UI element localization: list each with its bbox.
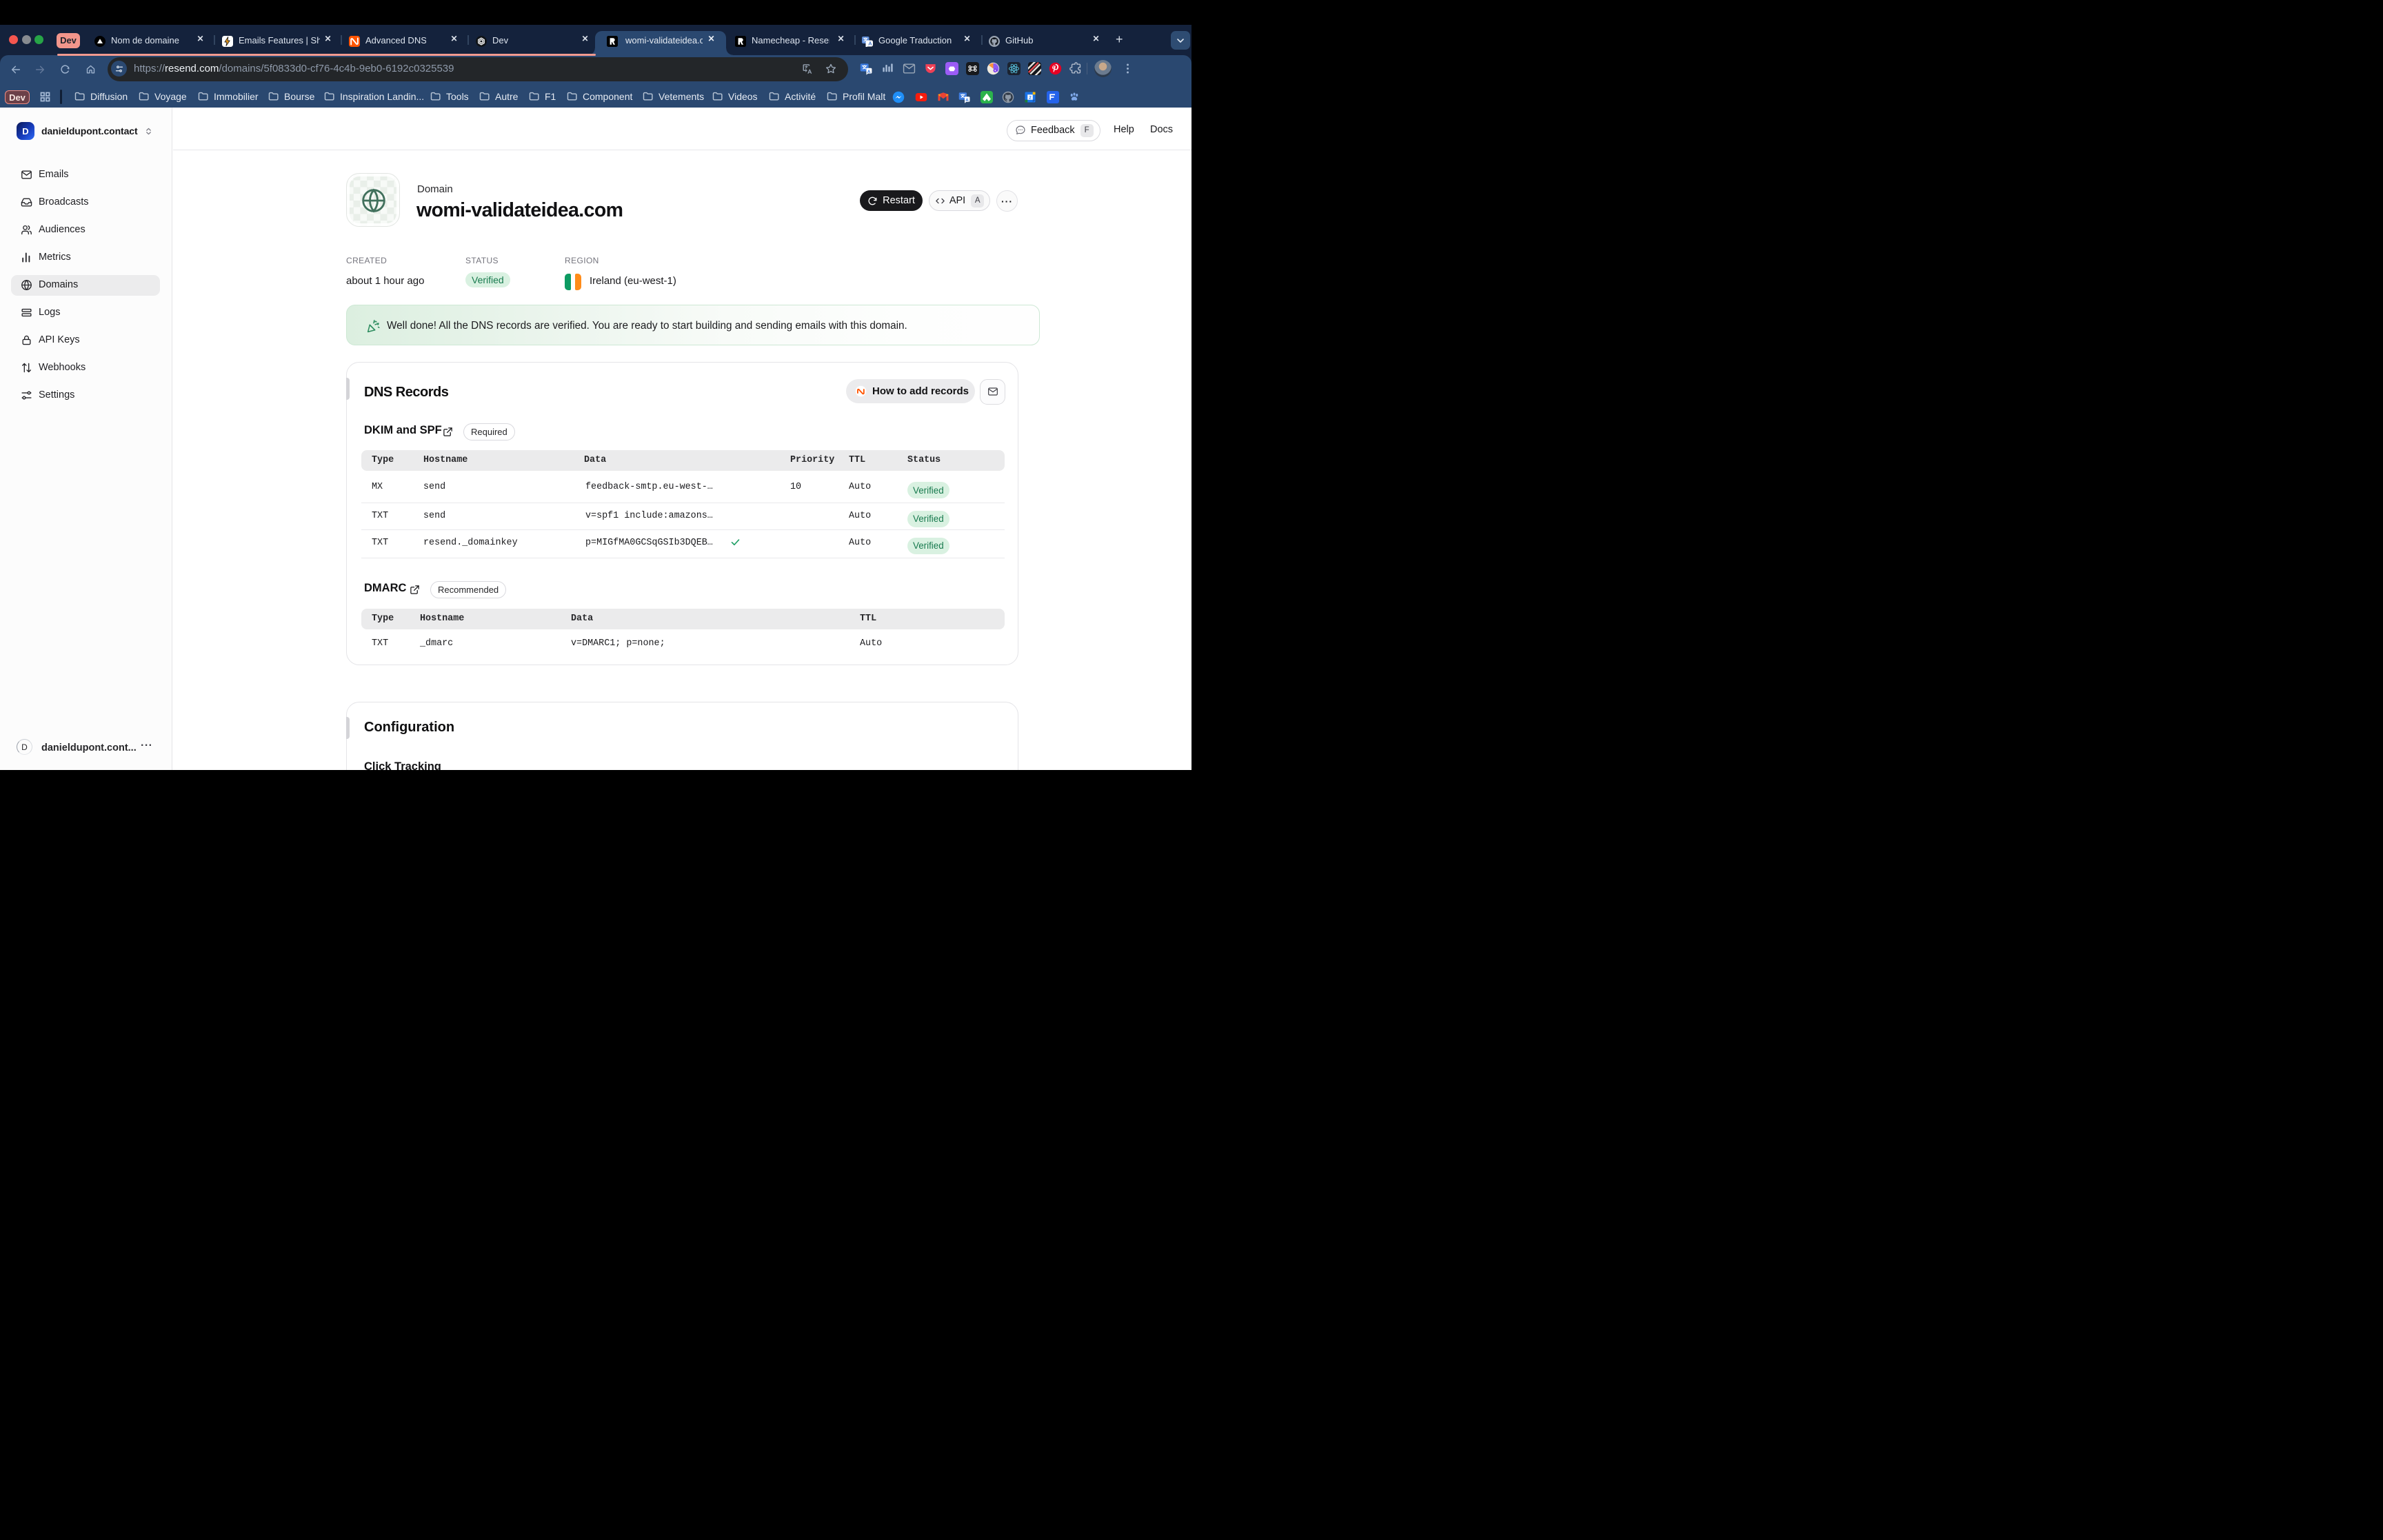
svg-text:2: 2 (1029, 95, 1032, 100)
